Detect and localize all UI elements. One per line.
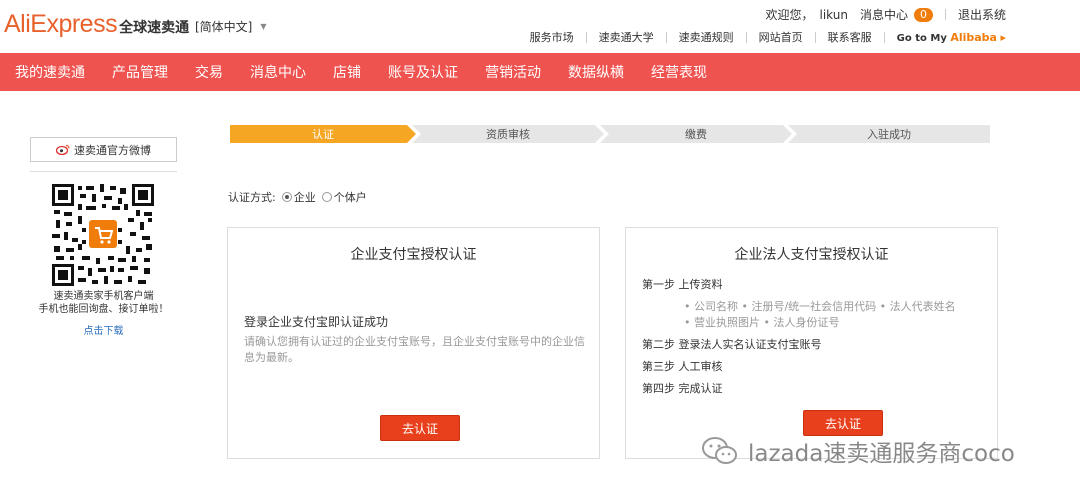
qr-code-icon <box>52 184 154 286</box>
radio-checked-icon <box>281 192 292 202</box>
watermark: lazada速卖通服务商coco <box>700 434 1015 468</box>
divider <box>944 9 946 20</box>
download-link[interactable]: 点击下载 <box>30 322 177 337</box>
radio-individual-label: 个体户 <box>333 191 367 204</box>
verify-button[interactable]: 去认证 <box>803 410 883 436</box>
step-label: 资质审核 <box>486 128 530 141</box>
watermark-text: lazada速卖通服务商coco <box>748 441 1015 467</box>
nav-products[interactable]: 产品管理 <box>112 62 168 82</box>
qr-caption-line-2: 手机也能回询盘、接订单啦！ <box>38 304 169 315</box>
nav-orders[interactable]: 交易 <box>195 62 223 82</box>
divider <box>585 31 587 43</box>
radio-enterprise[interactable]: 企业 <box>281 189 316 205</box>
nav-performance[interactable]: 经营表现 <box>651 62 707 82</box>
nav-data[interactable]: 数据纵横 <box>568 62 624 82</box>
verification-method: 认证方式: 企业 个体户 <box>228 189 367 205</box>
aliexpress-logo[interactable]: AliExpress 全球速卖通 <box>4 10 189 39</box>
step-1-text: 第一步 上传资料 <box>642 278 723 291</box>
step-3-text: 第三步 人工审核 <box>642 360 723 373</box>
nav-marketing[interactable]: 营销活动 <box>485 62 541 82</box>
method-label: 认证方式: <box>228 191 276 204</box>
divider <box>665 31 667 43</box>
qr-caption: 速卖通卖家手机客户端 手机也能回询盘、接订单啦！ <box>30 290 177 316</box>
progress-steps: 认证 资质审核 缴费 入驻成功 <box>230 125 990 143</box>
nav-messages[interactable]: 消息中心 <box>250 62 306 82</box>
username: likun <box>819 7 848 22</box>
weibo-label: 速卖通官方微博 <box>74 143 151 157</box>
radio-unchecked-icon <box>321 192 332 202</box>
language-selector[interactable]: [简体中文] ▼ <box>195 18 267 35</box>
arrow-right-icon: ▸ <box>1000 30 1006 44</box>
logout-link[interactable]: 退出系统 <box>958 6 1006 23</box>
step-label-active: 认证 <box>312 128 334 141</box>
step-4-text: 第四步 完成认证 <box>642 382 723 395</box>
step-2-text: 第二步 登录法人实名认证支付宝账号 <box>642 338 822 351</box>
logo-cn-text: 全球速卖通 <box>119 20 190 36</box>
card-description: 请确认您拥有认证过的企业支付宝账号，且企业支付宝账号中的企业信息为最新。 <box>244 335 585 364</box>
goto-my-alibaba-link[interactable]: Go to My Alibaba ▸ <box>897 31 1006 44</box>
step-qualification-review: 资质审核 <box>412 125 604 143</box>
user-bar: 欢迎您， likun 消息中心 0 退出系统 <box>765 6 1006 23</box>
weibo-icon <box>56 144 70 155</box>
legal-person-alipay-card: 企业法人支付宝授权认证 第一步 上传资料 • 公司名称 • 注册号/统一社会信用… <box>625 227 998 459</box>
link-university[interactable]: 速卖通大学 <box>599 29 654 45</box>
radio-enterprise-label: 企业 <box>293 191 316 204</box>
link-home[interactable]: 网站首页 <box>759 29 803 45</box>
qr-caption-line-1: 速卖通卖家手机客户端 <box>53 291 154 302</box>
step-label: 入驻成功 <box>867 128 911 141</box>
step-success: 入驻成功 <box>788 125 990 143</box>
bullet-line-1: • 公司名称 • 注册号/统一社会信用代码 • 法人代表姓名 <box>684 300 956 313</box>
divider <box>883 31 885 43</box>
goto-prefix: Go to My <box>896 32 947 44</box>
nav-my-aliexpress[interactable]: 我的速卖通 <box>15 62 85 82</box>
link-customer-service[interactable]: 联系客服 <box>828 29 872 45</box>
top-links: 服务市场 速卖通大学 速卖通规则 网站首页 联系客服 Go to My Alib… <box>530 29 1006 45</box>
card-title: 企业法人支付宝授权认证 <box>734 247 889 263</box>
language-label: [简体中文] <box>195 20 253 34</box>
link-service-market[interactable]: 服务市场 <box>530 29 574 45</box>
card-title: 企业支付宝授权认证 <box>350 247 477 263</box>
alibaba-brand: Alibaba <box>950 30 997 44</box>
link-rules[interactable]: 速卖通规则 <box>679 29 734 45</box>
step-verification: 认证 <box>230 125 416 143</box>
sidebar-divider <box>30 171 177 172</box>
divider <box>814 31 816 43</box>
messages-link[interactable]: 消息中心 <box>860 6 908 23</box>
nav-account-verification[interactable]: 账号及认证 <box>388 62 458 82</box>
card-label: 登录企业支付宝即认证成功 <box>244 315 389 329</box>
chevron-down-icon: ▼ <box>260 22 267 31</box>
verify-button[interactable]: 去认证 <box>380 415 460 441</box>
messages-count-badge: 0 <box>913 7 933 22</box>
welcome-text: 欢迎您， <box>765 8 814 22</box>
logo-text: AliExpress <box>4 10 118 38</box>
step-label: 缴费 <box>685 128 707 141</box>
divider <box>745 31 747 43</box>
weibo-button[interactable]: 速卖通官方微博 <box>30 137 177 162</box>
enterprise-alipay-card: 企业支付宝授权认证 登录企业支付宝即认证成功 请确认您拥有认证过的企业支付宝账号… <box>227 227 600 459</box>
main-nav: 我的速卖通 产品管理 交易 消息中心 店铺 账号及认证 营销活动 数据纵横 经营… <box>0 53 1080 91</box>
step-payment: 缴费 <box>600 125 792 143</box>
header: AliExpress 全球速卖通 [简体中文] ▼ 欢迎您， likun 消息中… <box>0 0 1080 52</box>
radio-individual[interactable]: 个体户 <box>321 189 367 205</box>
bullet-line-2: • 营业执照图片 • 法人身份证号 <box>684 316 840 329</box>
wechat-icon <box>702 437 737 464</box>
nav-store[interactable]: 店铺 <box>333 62 361 82</box>
